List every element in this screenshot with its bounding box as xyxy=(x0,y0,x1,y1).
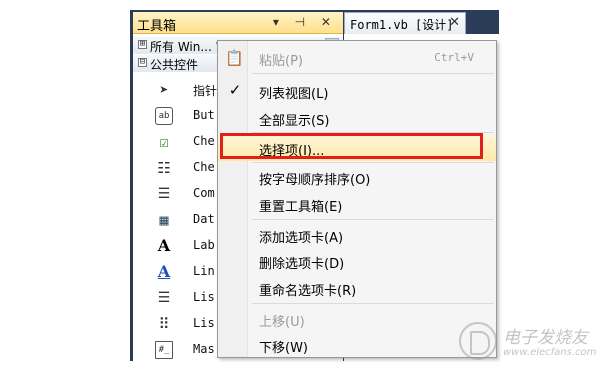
menu-item-move-up[interactable]: 上移(U) xyxy=(218,306,496,332)
item-label: Com xyxy=(193,186,215,200)
item-label: 指针 xyxy=(193,84,218,98)
menu-item-label: 全部显示(S) xyxy=(259,114,330,129)
menu-item-label: 删除选项卡(D) xyxy=(259,257,345,272)
screenshot: 工具箱 ▾ ⊣ ✕ ⊞ 所有 Win... 窗体 ⊟ 公共控件 ➤ 指针 ab … xyxy=(0,0,609,372)
item-label: Che xyxy=(193,160,215,174)
menu-item-label: 重命名选项卡(R) xyxy=(259,284,357,299)
pointer-icon: ➤ xyxy=(159,81,169,99)
combobox-icon: ☰ xyxy=(157,186,171,202)
menu-item-delete-tab[interactable]: 删除选项卡(D) xyxy=(218,248,496,274)
maskedtextbox-icon: #_ xyxy=(155,341,173,359)
group-label: 公共控件 xyxy=(150,58,199,72)
menu-item-label: 列表视图(L) xyxy=(259,87,329,102)
menu-item-label: 粘贴(P) xyxy=(259,54,303,69)
menu-item-list-view[interactable]: ✓ 列表视图(L) xyxy=(218,78,496,104)
item-label: Dat xyxy=(193,212,215,226)
listbox-icon: ☰ xyxy=(157,290,171,306)
menu-separator xyxy=(252,73,494,74)
toolbox-title: 工具箱 xyxy=(137,19,177,34)
item-label: Che xyxy=(193,134,215,148)
menu-item-paste[interactable]: 📋 粘贴(P) Ctrl+V xyxy=(218,45,496,71)
menu-item-rename-tab[interactable]: 重命名选项卡(R) xyxy=(218,275,496,301)
watermark-url: www.elecfans.com xyxy=(503,347,597,358)
item-label: Mas xyxy=(193,342,215,356)
menu-item-label: 重置工具箱(E) xyxy=(259,200,343,215)
tab-form1-design[interactable]: Form1.vb [设计] ✕ xyxy=(344,12,466,34)
menu-item-label: 添加选项卡(A) xyxy=(259,231,344,246)
menu-item-move-down[interactable]: 下移(W) xyxy=(218,332,496,358)
item-label: But xyxy=(193,108,215,122)
toolbox-window-controls[interactable]: ▾ ⊣ ✕ xyxy=(273,15,337,29)
menu-item-label: 上移(U) xyxy=(259,315,305,330)
menu-item-shortcut: Ctrl+V xyxy=(434,51,474,64)
menu-item-show-all[interactable]: 全部显示(S) xyxy=(218,105,496,131)
watermark-brand: 电子发烧友 xyxy=(503,328,588,348)
checkbox-icon: ☑ xyxy=(159,133,169,151)
item-label: Lis xyxy=(193,290,215,304)
label-icon: A xyxy=(157,236,171,255)
paste-icon: 📋 xyxy=(225,49,244,67)
menu-item-sort-alphabetically[interactable]: 按字母顺序排序(O) xyxy=(218,164,496,190)
context-menu: 📋 粘贴(P) Ctrl+V ✓ 列表视图(L) 全部显示(S) 选择项(I).… xyxy=(217,40,497,358)
menu-item-label: 下移(W) xyxy=(259,341,308,356)
expand-icon[interactable]: ⊞ xyxy=(138,40,147,49)
checkmark-icon: ✓ xyxy=(228,81,242,99)
tab-title: Form1.vb [设计] xyxy=(350,18,454,32)
menu-item-label: 按字母顺序排序(O) xyxy=(259,173,371,188)
menu-separator xyxy=(252,162,494,163)
annotation-highlight-box xyxy=(220,133,483,159)
menu-item-add-tab[interactable]: 添加选项卡(A) xyxy=(218,222,496,248)
listview-icon: ⠿ xyxy=(158,315,170,333)
menu-separator xyxy=(252,303,494,304)
close-icon[interactable]: ✕ xyxy=(449,15,460,30)
linklabel-icon: A xyxy=(157,262,171,281)
toolbox-title-bar[interactable]: 工具箱 ▾ ⊣ ✕ xyxy=(133,12,343,34)
checkedlistbox-icon: ☷ xyxy=(157,159,171,177)
watermark: 电子发烧友 www.elecfans.com xyxy=(457,320,607,366)
button-icon: ab xyxy=(155,107,173,125)
collapse-icon[interactable]: ⊟ xyxy=(138,58,147,67)
elecfans-logo-icon xyxy=(459,322,497,360)
item-label: Lab xyxy=(193,238,215,252)
item-label: Lin xyxy=(193,264,215,278)
menu-item-reset-toolbox[interactable]: 重置工具箱(E) xyxy=(218,191,496,217)
menu-separator xyxy=(252,219,494,220)
item-label: Lis xyxy=(193,316,215,330)
datetimepicker-icon: ▦ xyxy=(159,211,169,229)
